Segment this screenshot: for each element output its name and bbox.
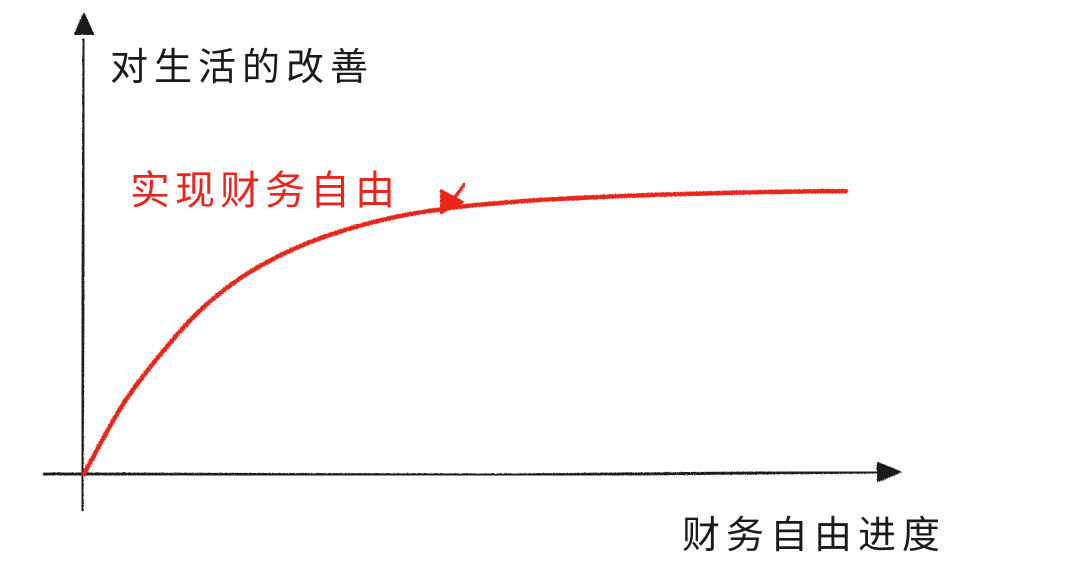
chart-canvas: 对生活的改善 财务自由进度 实现财务自由 bbox=[0, 0, 1080, 572]
series-layer bbox=[81, 188, 849, 477]
x-axis-label: 财务自由进度 bbox=[682, 513, 947, 557]
y-axis-arrowhead bbox=[74, 13, 94, 35]
y-axis-label: 对生活的改善 bbox=[110, 45, 375, 89]
annotation-label: 实现财务自由 bbox=[130, 168, 400, 214]
series-line-0 bbox=[81, 188, 849, 477]
x-axis-arrowhead bbox=[877, 462, 901, 482]
y-axis-line bbox=[80, 38, 86, 512]
x-axis-line bbox=[42, 470, 882, 477]
